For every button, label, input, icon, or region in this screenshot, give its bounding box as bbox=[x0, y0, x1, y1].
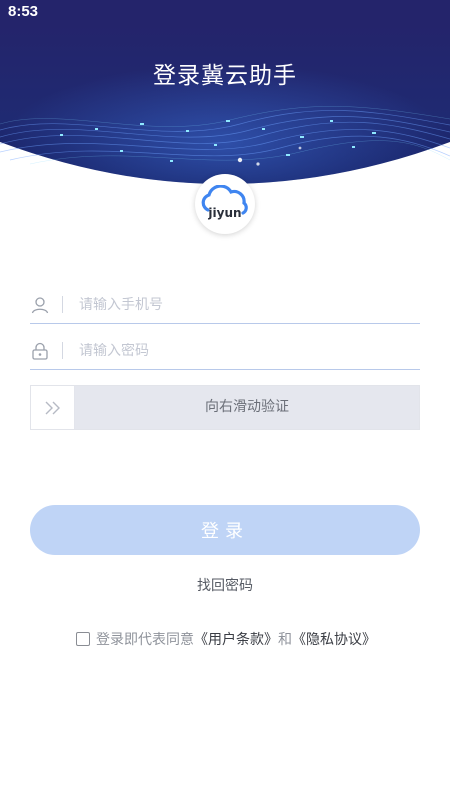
header-banner: 登录冀云助手 bbox=[0, 24, 450, 184]
slide-verify-handle[interactable] bbox=[31, 386, 75, 429]
user-icon bbox=[31, 296, 49, 314]
agreement-row: 登录即代表同意 《用户条款》 和 《隐私协议》 bbox=[76, 630, 376, 648]
login-button[interactable]: 登录 bbox=[30, 505, 420, 555]
double-chevron-right-icon bbox=[45, 401, 60, 414]
privacy-policy-link[interactable]: 《隐私协议》 bbox=[292, 629, 376, 649]
cloud-logo-icon: jiyun bbox=[201, 185, 248, 220]
field-divider bbox=[62, 296, 63, 313]
logo-wordmark: jiyun bbox=[207, 206, 241, 220]
field-divider bbox=[62, 342, 63, 359]
status-time: 8:53 bbox=[8, 3, 39, 20]
agreement-joiner: 和 bbox=[278, 632, 292, 648]
login-screen: 8:53 登录冀云助手 jiyun 请输入手机号 向右滑动验证 登录 找回密码 … bbox=[0, 0, 450, 800]
agreement-checkbox[interactable] bbox=[76, 632, 90, 646]
phone-input[interactable] bbox=[79, 296, 420, 313]
lock-icon bbox=[31, 342, 49, 360]
agreement-prefix: 登录即代表同意 bbox=[96, 632, 194, 648]
slide-verify-label: 向右滑动验证 bbox=[205, 399, 289, 415]
app-logo: jiyun bbox=[195, 174, 255, 234]
password-field bbox=[30, 332, 420, 370]
forgot-password-link[interactable]: 找回密码 bbox=[0, 575, 450, 595]
phone-field bbox=[30, 286, 420, 324]
slide-verify-track[interactable]: 向右滑动验证 bbox=[30, 385, 420, 430]
header-background bbox=[0, 24, 450, 184]
user-terms-link[interactable]: 《用户条款》 bbox=[194, 629, 278, 649]
status-bar: 8:53 bbox=[0, 0, 450, 24]
password-input[interactable] bbox=[79, 342, 420, 359]
app-title: 登录冀云助手 bbox=[153, 63, 297, 89]
